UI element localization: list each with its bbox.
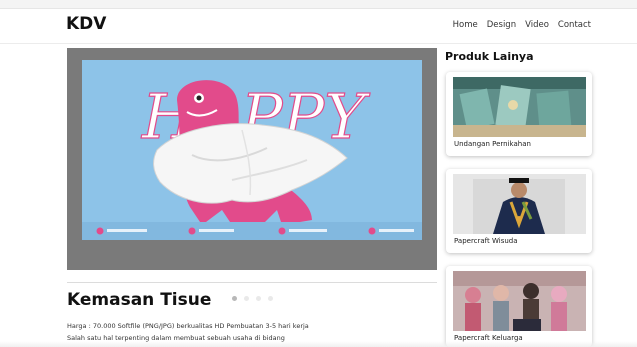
nav-design-link[interactable]: Design [487,20,516,30]
navbar: KDV Home Design Video Contact [0,9,637,44]
bottom-edge [0,341,637,347]
browser-top-edge [0,0,637,9]
carousel-indicator[interactable] [267,296,273,301]
nav-home-link[interactable]: Home [453,20,478,30]
carousel-slide-image: HAPPY [82,60,422,240]
card-caption[interactable]: Undangan Pernikahan [454,140,531,148]
product-title: Kemasan Tisue [67,290,212,310]
sidebar-title: Produk Lainya [445,50,534,63]
nav-links: Home Design Video Contact [453,20,591,30]
product-card-wisuda[interactable]: Papercraft Wisuda [446,169,592,253]
carousel-indicator[interactable] [231,296,237,301]
page: KDV Home Design Video Contact HAPPY Kema… [0,0,637,347]
nav-video-link[interactable]: Video [525,20,549,30]
carousel-indicator[interactable] [255,296,261,301]
product-card-undangan[interactable]: Undangan Pernikahan [446,72,592,156]
product-carousel[interactable]: HAPPY [67,48,437,301]
divider [67,282,437,283]
happy-dinosaur-illustration: HAPPY [82,60,422,240]
invitation-photo[interactable] [453,77,586,137]
graduation-photo[interactable] [453,174,586,234]
nav-contact-link[interactable]: Contact [558,20,591,30]
carousel-indicator[interactable] [243,296,249,301]
family-photo[interactable] [453,271,586,331]
product-card-keluarga[interactable]: Papercraft Keluarga [446,266,592,347]
brand-logo[interactable]: KDV [66,14,106,34]
card-caption[interactable]: Papercraft Wisuda [454,237,518,245]
product-desc-line: Harga : 70.000 Softfile (PNG/JPG) berkua… [67,322,309,330]
